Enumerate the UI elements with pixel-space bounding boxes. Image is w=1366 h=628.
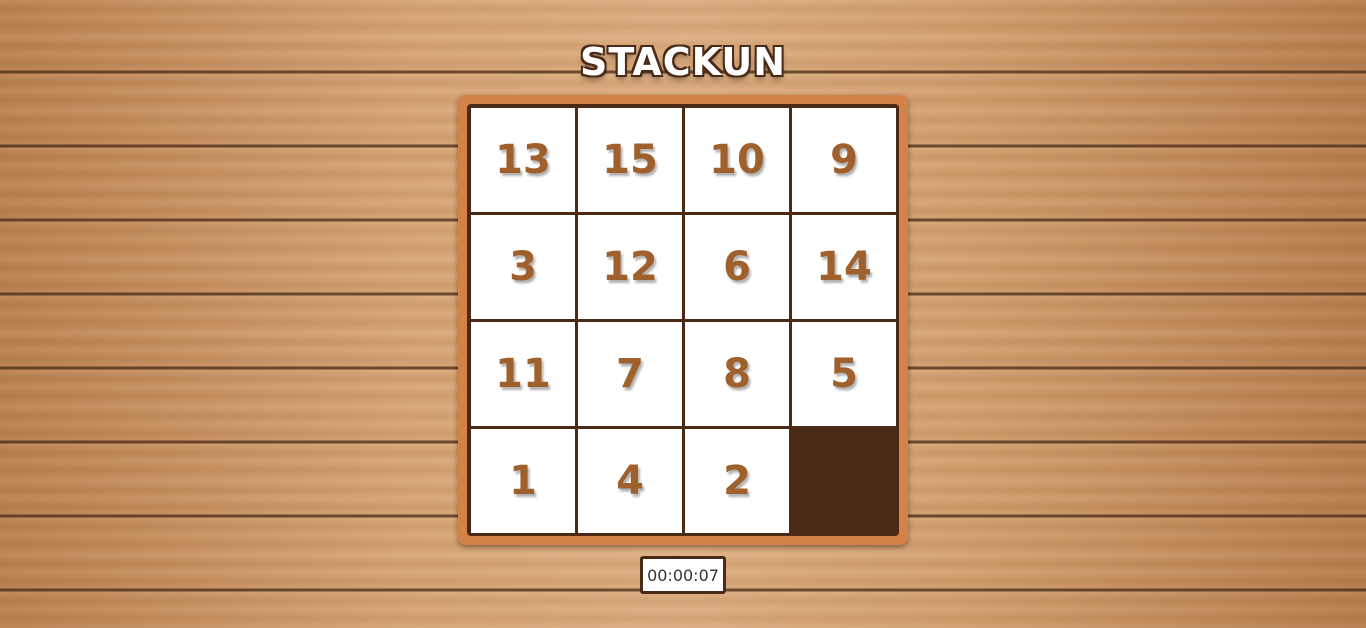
puzzle-tile[interactable]: 10 <box>685 108 789 212</box>
puzzle-tile[interactable]: 14 <box>792 215 896 319</box>
puzzle-tile[interactable]: 9 <box>792 108 896 212</box>
puzzle-tile[interactable]: 4 <box>578 429 682 533</box>
puzzle-tile[interactable]: 15 <box>578 108 682 212</box>
puzzle-tile[interactable]: 5 <box>792 322 896 426</box>
puzzle-tile[interactable]: 6 <box>685 215 789 319</box>
game-title: STACKUN <box>579 40 787 84</box>
puzzle-tile[interactable]: 2 <box>685 429 789 533</box>
game-timer: 00:00:07 <box>640 556 726 594</box>
puzzle-tile[interactable]: 7 <box>578 322 682 426</box>
puzzle-tile[interactable]: 13 <box>471 108 575 212</box>
board-frame: 13 15 10 9 3 12 6 14 11 7 8 5 1 4 2 <box>458 95 908 545</box>
puzzle-tile[interactable]: 1 <box>471 429 575 533</box>
puzzle-tile[interactable]: 12 <box>578 215 682 319</box>
puzzle-tile[interactable]: 3 <box>471 215 575 319</box>
puzzle-board: 13 15 10 9 3 12 6 14 11 7 8 5 1 4 2 <box>467 104 899 536</box>
puzzle-tile[interactable]: 8 <box>685 322 789 426</box>
puzzle-tile[interactable]: 11 <box>471 322 575 426</box>
empty-slot <box>792 429 896 533</box>
